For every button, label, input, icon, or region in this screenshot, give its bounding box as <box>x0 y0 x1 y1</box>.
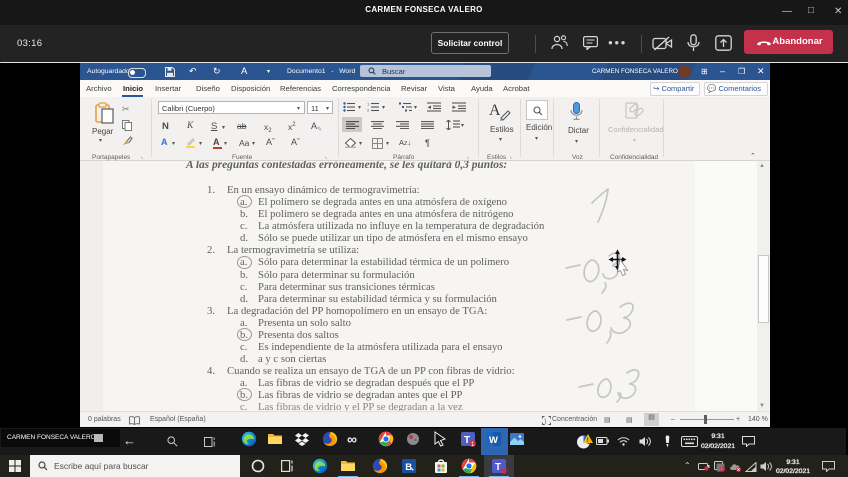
svg-text:): ) <box>544 418 546 425</box>
svg-text:1: 1 <box>367 102 370 107</box>
svg-text:1: 1 <box>471 441 475 447</box>
svg-text:!: ! <box>587 438 589 444</box>
svg-text:T: T <box>495 462 501 473</box>
svg-text:!: ! <box>721 467 722 472</box>
svg-text:2: 2 <box>367 108 370 113</box>
svg-text:T: T <box>464 435 470 446</box>
svg-text:B: B <box>405 462 412 473</box>
svg-text:W: W <box>489 434 498 445</box>
